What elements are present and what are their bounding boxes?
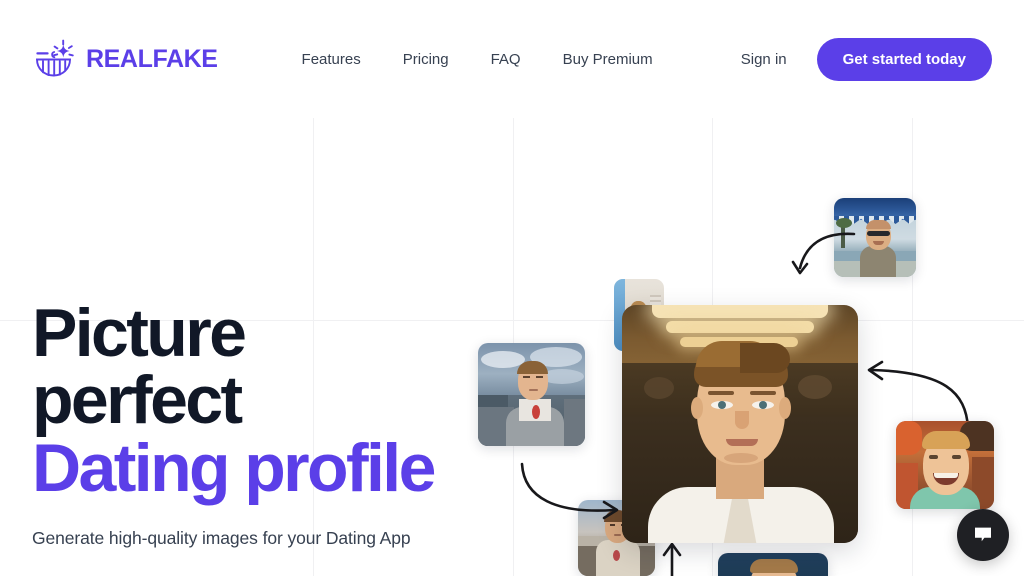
- thumb-beach-sunglasses[interactable]: [834, 198, 916, 277]
- page-title: Picture perfect Dating profile: [32, 295, 462, 506]
- nav-link-features[interactable]: Features: [302, 51, 361, 68]
- hero-copy: Picture perfect Dating profile Generate …: [32, 295, 462, 551]
- chat-bubble-icon: [975, 527, 991, 542]
- nav-link-pricing[interactable]: Pricing: [403, 51, 449, 68]
- sign-in-link[interactable]: Sign in: [741, 51, 787, 68]
- main-profile-photo[interactable]: [622, 305, 858, 543]
- header-actions: Sign in Get started today: [741, 37, 992, 81]
- main-nav: Features Pricing FAQ Buy Premium: [302, 51, 653, 68]
- get-started-button[interactable]: Get started today: [816, 37, 992, 81]
- thumb-warm-smile[interactable]: [896, 421, 994, 509]
- brand-logo[interactable]: REALFAKE: [32, 37, 218, 81]
- sparkle-smiley-icon: [36, 39, 74, 77]
- nav-link-faq[interactable]: FAQ: [491, 51, 521, 68]
- site-header: REALFAKE Features Pricing FAQ Buy Premiu…: [0, 0, 1024, 118]
- arrow-bottom-to-main: [662, 542, 682, 576]
- thumb-navy-partial[interactable]: [718, 553, 828, 576]
- headline-line-1: Picture: [32, 295, 247, 371]
- headline-line-2: perfect: [32, 362, 243, 439]
- nav-link-buy-premium[interactable]: Buy Premium: [563, 51, 653, 68]
- headline-accent: Dating profile: [32, 429, 436, 506]
- thumb-hoodie-cloudy[interactable]: [478, 343, 585, 446]
- chat-widget-button[interactable]: [957, 509, 1009, 561]
- hero-subcopy: Generate high-quality images for your Da…: [32, 527, 411, 548]
- landing-page: REALFAKE Features Pricing FAQ Buy Premiu…: [0, 0, 1024, 576]
- brand-wordmark: REALFAKE: [86, 44, 218, 73]
